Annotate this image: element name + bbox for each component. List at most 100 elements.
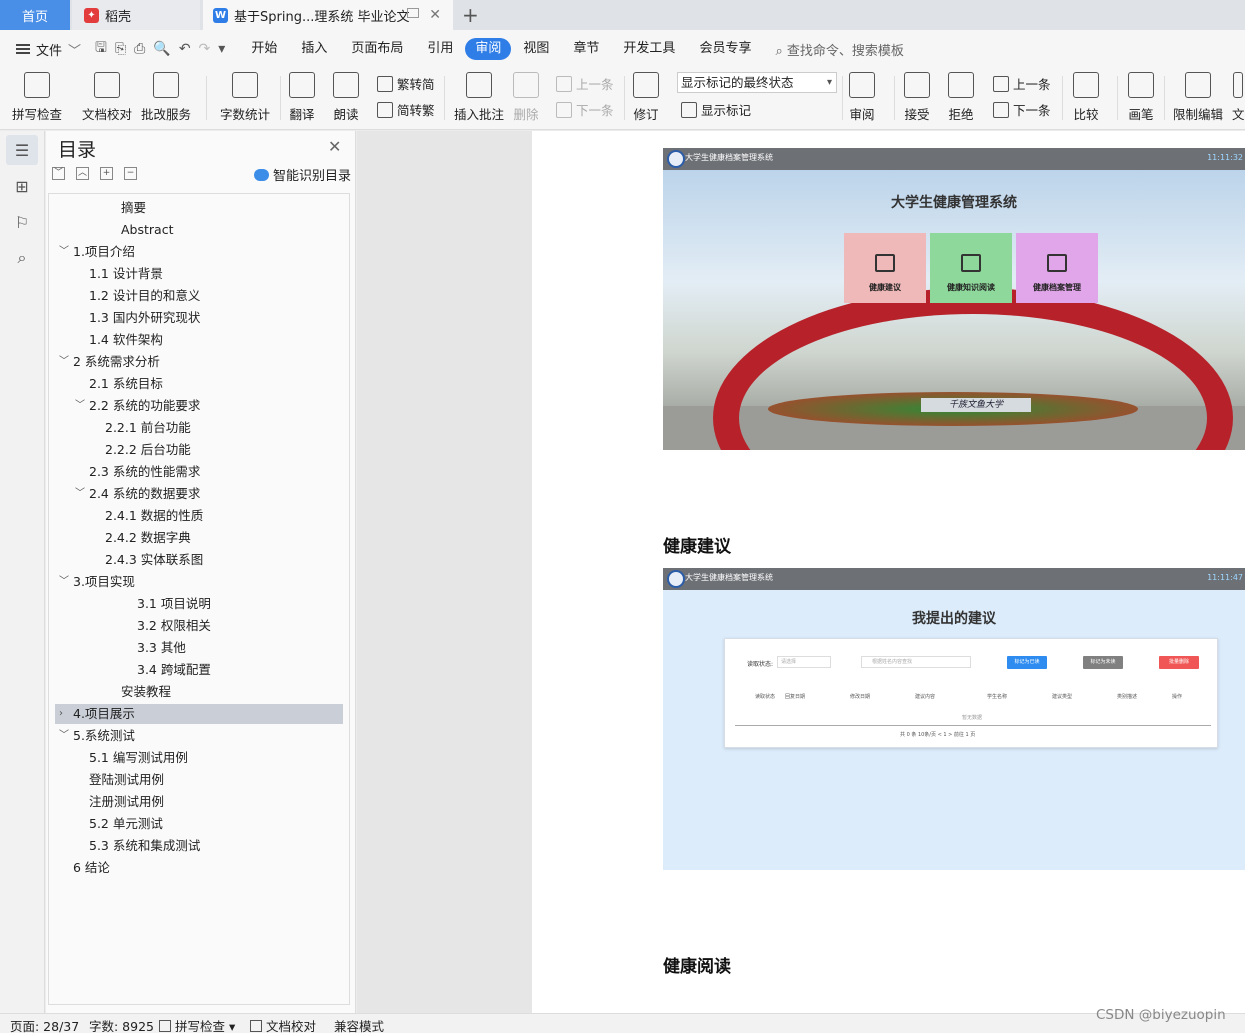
toc-item[interactable]: 5.1 编写测试用例 <box>55 748 343 768</box>
toc-item[interactable]: 3.2 权限相关 <box>55 616 343 636</box>
menu-start[interactable]: 开始 <box>239 38 289 60</box>
track-changes-button[interactable]: 修订 <box>633 70 659 123</box>
expand-up-icon[interactable]: ︿ <box>76 167 89 180</box>
menu-review[interactable]: 审阅 <box>465 38 512 60</box>
next-change-button[interactable]: 下一条 <box>993 100 1051 119</box>
bookmark-icon[interactable]: ⚐ <box>6 207 38 237</box>
toc-item[interactable]: 2.3 系统的性能需求 <box>55 462 343 482</box>
toc-item[interactable]: 1.3 国内外研究现状 <box>55 308 343 328</box>
smart-toc-button[interactable]: 智能识别目录 <box>254 165 351 184</box>
menu-member[interactable]: 会员专享 <box>687 38 763 60</box>
show-markup-button[interactable]: 显示标记 <box>681 100 751 119</box>
customize-icon[interactable]: ▾ <box>218 41 225 57</box>
toc-item[interactable]: 安装教程 <box>55 682 343 702</box>
toc-item[interactable]: 3.3 其他 <box>55 638 343 658</box>
command-search[interactable]: ⌕ 查找命令、搜索模板 <box>763 40 903 59</box>
save-icon[interactable]: 🖫 <box>95 37 107 61</box>
simp-to-trad-button[interactable]: 简转繁 <box>377 100 435 119</box>
toc-item[interactable]: 3.1 项目说明 <box>55 594 343 614</box>
restrict-edit-button[interactable]: 限制编辑 <box>1173 70 1223 123</box>
new-tab-icon[interactable]: + <box>462 3 479 27</box>
print-preview-icon[interactable]: 🔍 <box>153 41 170 57</box>
prev-change-button[interactable]: 上一条 <box>993 74 1051 93</box>
tab-daoke[interactable]: ✦ 稻壳 <box>72 0 200 30</box>
file-menu[interactable]: 文件 ﹀ <box>0 40 95 59</box>
add-level-icon[interactable]: + <box>100 167 113 180</box>
chevron-down-icon[interactable]: ﹀ <box>75 484 85 504</box>
toc-item[interactable]: 登陆测试用例 <box>55 770 343 790</box>
toc-item[interactable]: ﹀ 2.2 系统的功能要求 <box>55 396 343 416</box>
toc-item[interactable]: 摘要 <box>55 198 343 218</box>
close-icon[interactable]: ✕ <box>328 137 341 156</box>
collapse-all-icon[interactable]: ﹀ <box>52 167 65 180</box>
toc-item[interactable]: 注册测试用例 <box>55 792 343 812</box>
read-aloud-button[interactable]: 朗读 <box>333 70 359 123</box>
status-doc-proof[interactable]: 文档校对 <box>250 1016 316 1033</box>
toc-item[interactable]: ﹀ 2.4 系统的数据要求 <box>55 484 343 504</box>
export-icon[interactable]: ⎘ <box>115 41 126 57</box>
chevron-down-icon[interactable]: ﹀ <box>59 726 69 746</box>
toc-item[interactable]: › 4.项目展示 <box>55 704 343 724</box>
print-icon[interactable]: ⎙ <box>134 41 145 57</box>
batch-service-button[interactable]: 批改服务 <box>141 70 191 123</box>
toc-item[interactable]: 2.2.2 后台功能 <box>55 440 343 460</box>
word-count[interactable]: 字数: 8925 <box>89 1016 154 1033</box>
status-spell-check[interactable]: 拼写检查 ▾ <box>159 1016 235 1033</box>
toc-item[interactable]: 2.4.2 数据字典 <box>55 528 343 548</box>
delete-comment-button[interactable]: 删除 <box>513 70 539 123</box>
menu-chapter[interactable]: 章节 <box>561 38 611 60</box>
toc-item[interactable]: Abstract <box>55 220 343 240</box>
redo-icon[interactable]: ↷ <box>199 41 211 57</box>
doc-proof-button[interactable]: 文档校对 <box>82 70 132 123</box>
review-pane-button[interactable]: 审阅 <box>849 70 875 123</box>
menu-view[interactable]: 视图 <box>511 38 561 60</box>
toc-item[interactable]: 1.2 设计目的和意义 <box>55 286 343 306</box>
toc-item[interactable]: ﹀ 3.项目实现 <box>55 572 343 592</box>
spell-check-button[interactable]: 拼写检查 <box>12 70 62 123</box>
accept-button[interactable]: 接受 <box>904 70 930 123</box>
toc-item[interactable]: 2.2.1 前台功能 <box>55 418 343 438</box>
toc-item[interactable]: 2.1 系统目标 <box>55 374 343 394</box>
toc-item[interactable]: ﹀ 5.系统测试 <box>55 726 343 746</box>
toc-item[interactable]: ﹀ 2 系统需求分析 <box>55 352 343 372</box>
prev-comment-button[interactable]: 上一条 <box>556 74 614 93</box>
toc-item[interactable]: 2.4.1 数据的性质 <box>55 506 343 526</box>
toc-item[interactable]: 1.1 设计背景 <box>55 264 343 284</box>
markup-state-select[interactable]: 显示标记的最终状态 <box>677 72 837 93</box>
pen-button[interactable]: 画笔 <box>1128 70 1154 123</box>
page-indicator[interactable]: 页面: 28/37 <box>10 1016 79 1033</box>
tab-home[interactable]: 首页 <box>0 0 70 30</box>
close-tab-icon[interactable]: ✕ <box>429 7 441 23</box>
outline-icon[interactable]: ⊞ <box>6 171 38 201</box>
chevron-down-icon[interactable]: ﹀ <box>75 396 85 416</box>
menu-developer[interactable]: 开发工具 <box>611 38 687 60</box>
reject-button[interactable]: 拒绝 <box>948 70 974 123</box>
remove-level-icon[interactable]: − <box>124 167 137 180</box>
toc-item[interactable]: 2.4.3 实体联系图 <box>55 550 343 570</box>
insert-comment-button[interactable]: 插入批注 <box>454 70 504 123</box>
tab-document[interactable]: W 基于Spring...理系统 毕业论文 ✕ <box>203 0 453 30</box>
doc-rights-button[interactable]: 文 <box>1232 70 1245 123</box>
next-comment-button[interactable]: 下一条 <box>556 100 614 119</box>
toc-item[interactable]: 1.4 软件架构 <box>55 330 343 350</box>
toc-item[interactable]: 3.4 跨域配置 <box>55 660 343 680</box>
toc-item[interactable]: 5.3 系统和集成测试 <box>55 836 343 856</box>
undo-icon[interactable]: ↶ <box>179 41 191 57</box>
chevron-right-icon[interactable]: › <box>59 704 63 724</box>
toc-item[interactable]: ﹀ 1.项目介绍 <box>55 242 343 262</box>
toc-item[interactable]: 6 结论 <box>55 858 343 878</box>
chevron-down-icon[interactable]: ﹀ <box>59 242 69 262</box>
toc-item[interactable]: 5.2 单元测试 <box>55 814 343 834</box>
toc-view-icon[interactable]: ☰ <box>6 135 38 165</box>
trad-to-simp-button[interactable]: 繁转简 <box>377 74 435 93</box>
chevron-down-icon[interactable]: ﹀ <box>59 572 69 592</box>
translate-button[interactable]: 翻译 <box>289 70 315 123</box>
menu-page-layout[interactable]: 页面布局 <box>339 38 415 60</box>
menu-references[interactable]: 引用 <box>415 38 465 60</box>
menu-insert[interactable]: 插入 <box>289 38 339 60</box>
chevron-down-icon[interactable]: ﹀ <box>59 352 69 372</box>
search-icon[interactable]: ⌕ <box>6 243 38 273</box>
window-icon[interactable] <box>407 8 419 18</box>
word-count-button[interactable]: 字数统计 <box>220 70 270 123</box>
compare-button[interactable]: 比较 <box>1073 70 1099 123</box>
